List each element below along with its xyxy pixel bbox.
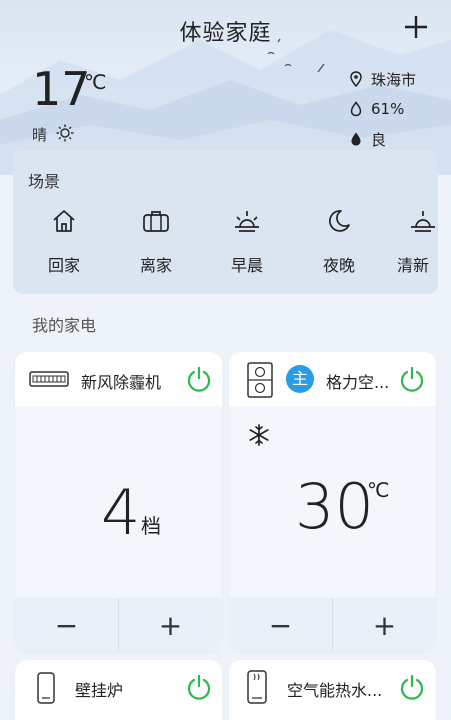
sunrise-icon	[235, 211, 259, 232]
target-temperature-unit: ℃	[367, 478, 390, 502]
briefcase-icon	[143, 211, 169, 232]
scene-label: 离家	[139, 256, 172, 275]
device-name: 空气能热水...	[287, 681, 383, 700]
power-icon	[400, 366, 424, 392]
card-body: 4 档	[15, 406, 222, 598]
card-controls: − +	[229, 598, 436, 652]
fan-level-value: 4	[101, 476, 141, 549]
humidity-value: 61%	[371, 100, 405, 118]
increase-button[interactable]: +	[333, 598, 436, 652]
fan-level-unit: 档	[141, 514, 161, 538]
water-heater-icon	[247, 670, 267, 704]
city-label: 珠海市	[371, 70, 417, 89]
power-button[interactable]	[398, 365, 426, 393]
power-button[interactable]	[185, 365, 213, 393]
water-drop-icon	[350, 101, 362, 117]
power-button[interactable]	[185, 673, 213, 701]
weather-header: 体验家庭 17 ℃ 晴 珠海市 61% 良	[0, 0, 451, 175]
device-name: 新风除霾机	[81, 373, 162, 392]
location-pin-icon	[350, 71, 362, 87]
page-title: 体验家庭	[179, 21, 272, 46]
scenes-panel: 场景 回家 离家 早晨 夜晚 清新	[13, 150, 438, 294]
card-header: 新风除霾机	[15, 352, 222, 406]
device-card-boiler[interactable]: 壁挂炉	[15, 660, 222, 720]
scene-fresh[interactable]: 清新	[376, 206, 438, 276]
scene-label: 清新	[397, 256, 430, 275]
scene-night[interactable]: 夜晚	[299, 206, 379, 276]
air-purifier-icon	[29, 371, 69, 387]
home-icon	[53, 210, 75, 232]
air-quality-value: 良	[371, 130, 387, 149]
moon-icon	[329, 210, 350, 232]
power-icon	[187, 366, 211, 392]
humidity-row: 61%	[349, 94, 416, 124]
scene-label: 回家	[47, 256, 80, 275]
plus-icon	[405, 16, 427, 38]
leaf-drop-icon	[351, 132, 361, 146]
card-header: 主 格力空...	[229, 352, 436, 406]
temperature-unit: ℃	[84, 70, 107, 94]
weather-details: 珠海市 61% 良	[349, 64, 416, 154]
scenes-title: 场景	[28, 172, 61, 191]
decrease-button[interactable]: −	[15, 598, 118, 652]
sunrise-icon	[411, 211, 435, 232]
scene-home[interactable]: 回家	[24, 206, 104, 276]
target-temperature-value: 30	[295, 470, 374, 543]
devices-section-title: 我的家电	[32, 316, 97, 335]
card-body: 30 ℃	[229, 406, 436, 598]
increase-button[interactable]: +	[119, 598, 222, 652]
add-button[interactable]	[401, 12, 431, 42]
power-icon	[187, 674, 211, 700]
card-header: 空气能热水...	[229, 660, 436, 714]
snowflake-icon	[249, 424, 269, 446]
power-icon	[400, 674, 424, 700]
weather-condition: 晴	[32, 126, 48, 144]
device-card-water-heater[interactable]: 空气能热水...	[229, 660, 436, 720]
master-badge: 主	[286, 365, 314, 393]
decrease-button[interactable]: −	[229, 598, 332, 652]
power-button[interactable]	[398, 673, 426, 701]
device-card-air-purifier[interactable]: 新风除霾机 4 档 − +	[15, 352, 222, 652]
card-header: 壁挂炉	[15, 660, 222, 714]
air-conditioner-icon	[247, 362, 273, 398]
boiler-icon	[37, 672, 55, 704]
scene-leave[interactable]: 离家	[116, 206, 196, 276]
sun-icon	[56, 124, 74, 142]
card-controls: − +	[15, 598, 222, 652]
temperature-value: 17	[32, 62, 91, 116]
location-row[interactable]: 珠海市	[349, 64, 416, 94]
scene-label: 夜晚	[322, 256, 355, 275]
scene-morning[interactable]: 早晨	[207, 206, 287, 276]
device-name: 格力空...	[326, 373, 390, 392]
device-card-air-conditioner[interactable]: 主 格力空... 30 ℃ − +	[229, 352, 436, 652]
scene-label: 早晨	[230, 256, 263, 275]
device-name: 壁挂炉	[75, 681, 124, 700]
